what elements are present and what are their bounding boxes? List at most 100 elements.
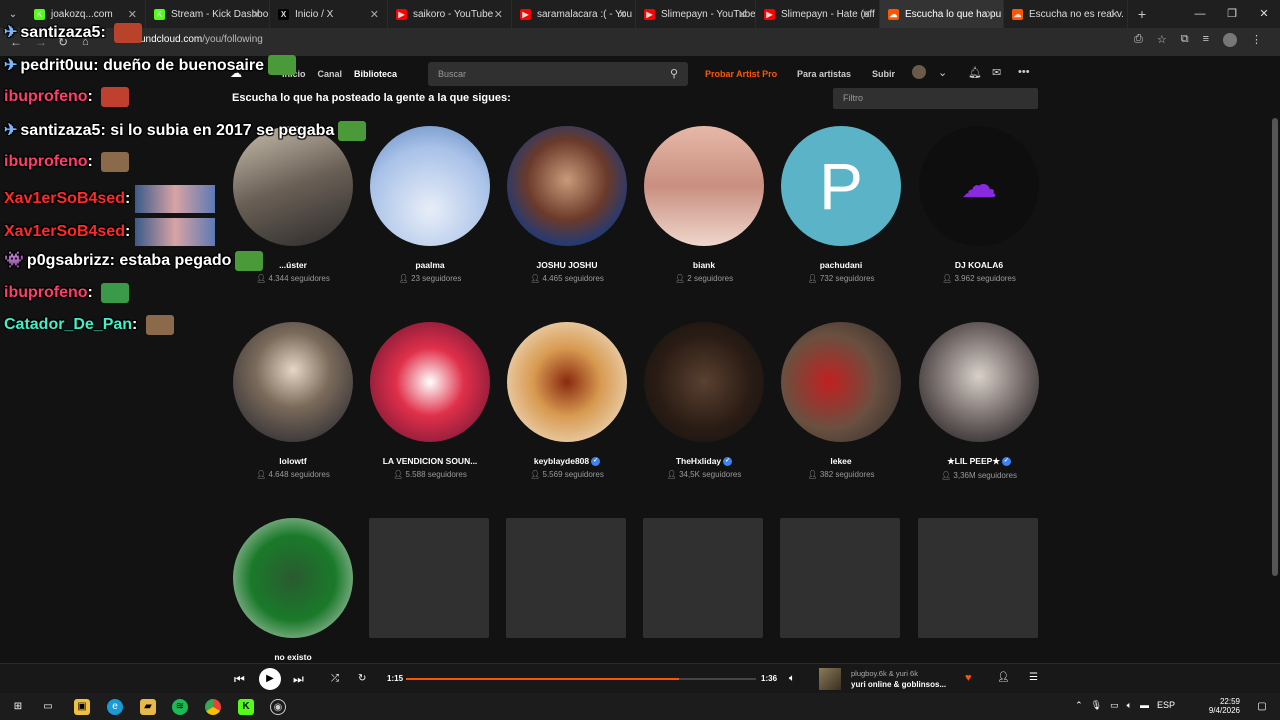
browser-tab[interactable]: Kjoakozq...com ✕ (26, 0, 146, 28)
user-name[interactable]: ...úster (232, 260, 354, 270)
user-avatar-image[interactable] (233, 518, 353, 638)
close-tab-icon[interactable]: ✕ (738, 8, 747, 21)
url-field[interactable]: undcloud.com/you/following (140, 34, 263, 45)
profile-avatar[interactable] (1223, 33, 1237, 47)
task-view-icon[interactable]: ▭ (40, 699, 56, 715)
following-card[interactable]: no existo (232, 518, 354, 662)
repeat-icon[interactable]: ↻ (358, 673, 366, 684)
track-title[interactable]: yuri online & goblinsos... (851, 680, 946, 689)
search-input[interactable]: Buscar ⚲ (428, 62, 688, 86)
more-options-icon[interactable]: ••• (1018, 66, 1030, 78)
tray-chevron-icon[interactable]: ⌃ (1075, 700, 1083, 711)
user-name[interactable]: ★LIL PEEP★ ✓ (918, 456, 1040, 467)
kick-icon[interactable]: K (238, 699, 254, 715)
browser-tab[interactable]: ☁ Escucha lo que ha pu ✕ (880, 0, 1004, 28)
following-card[interactable]: paalma 👤︎ 23 seguidores (369, 126, 491, 283)
user-avatar-image[interactable] (233, 126, 353, 246)
new-tab-button[interactable]: + (1128, 6, 1156, 22)
chevron-down-icon[interactable]: ⌄ (938, 66, 947, 79)
user-avatar-image[interactable] (507, 322, 627, 442)
maximize-button[interactable]: ❐ (1216, 0, 1248, 28)
back-icon[interactable]: ← (10, 35, 22, 49)
user-avatar-image[interactable]: ☁ (919, 126, 1039, 246)
browser-menu-icon[interactable]: ⋮ (1251, 33, 1262, 47)
speaker-icon[interactable]: 🔈︎ (1127, 700, 1132, 711)
user-avatar-image[interactable] (233, 322, 353, 442)
try-artist-pro-link[interactable]: Probar Artist Pro (705, 69, 777, 79)
reload-icon[interactable]: ↻ (58, 35, 68, 49)
page-scrollbar[interactable] (1272, 118, 1278, 576)
bookmark-star-icon[interactable]: ☆ (1157, 33, 1167, 47)
close-tab-icon[interactable]: ✕ (494, 8, 503, 21)
chrome-icon[interactable] (205, 699, 221, 715)
notifications-bell-icon[interactable]: 🔔︎ (968, 66, 982, 79)
store-icon[interactable]: ▣ (74, 699, 90, 715)
following-card[interactable]: ...úster 👤︎ 4.344 seguidores (232, 126, 354, 283)
following-card[interactable]: keyblayde808 ✓ 👤︎ 5.569 seguidores (506, 322, 628, 479)
search-icon[interactable]: ⚲ (670, 67, 678, 80)
clock[interactable]: 22:59 9/4/2026 (1209, 697, 1240, 715)
following-card[interactable]: ☁ DJ KOALA6 👤︎ 3.962 seguidores (918, 126, 1040, 283)
browser-tab[interactable]: ▶ saramalacara :( - You ✕ (512, 0, 636, 28)
user-name[interactable]: no existo (232, 652, 354, 662)
user-avatar-image[interactable] (370, 126, 490, 246)
browser-tab[interactable]: ▶ Slimepayn - YouTube ✕ (636, 0, 756, 28)
progress-bar[interactable] (406, 678, 756, 680)
user-name[interactable]: TheHxliday ✓ (643, 456, 765, 467)
minimize-button[interactable]: — (1184, 0, 1216, 28)
notifications-icon[interactable]: ▢ (1254, 699, 1270, 715)
close-window-button[interactable]: ✕ (1248, 0, 1280, 28)
user-avatar[interactable] (912, 65, 926, 79)
close-tab-icon[interactable]: ✕ (252, 8, 261, 21)
close-tab-icon[interactable]: ✕ (1110, 8, 1119, 21)
user-name[interactable]: keyblayde808 ✓ (506, 456, 628, 467)
close-tab-icon[interactable]: ✕ (986, 8, 995, 21)
track-artwork[interactable] (819, 668, 841, 690)
tab-list-menu[interactable]: ⌄ (0, 9, 26, 20)
user-avatar-image[interactable] (644, 322, 764, 442)
user-name[interactable]: biank (643, 260, 765, 270)
for-artists-link[interactable]: Para artistas (797, 69, 851, 79)
user-name[interactable]: lolowtf (232, 456, 354, 466)
user-avatar-image[interactable] (644, 126, 764, 246)
queue-icon[interactable]: ☰ (1029, 672, 1038, 683)
upload-link[interactable]: Subir (872, 69, 895, 79)
browser-tab[interactable]: ☁ Escucha no es real v. ✕ (1004, 0, 1128, 28)
volume-icon[interactable]: 🔈︎ (789, 673, 795, 684)
close-tab-icon[interactable]: ✕ (618, 8, 627, 21)
nav-library[interactable]: Biblioteca (354, 69, 397, 79)
following-card[interactable]: ★LIL PEEP★ ✓ 👤︎ 3,36M seguidores (918, 322, 1040, 480)
extensions-icon[interactable]: ⧉ (1181, 33, 1189, 47)
following-card[interactable]: lolowtf 👤︎ 4.648 seguidores (232, 322, 354, 479)
close-tab-icon[interactable]: ✕ (128, 8, 137, 21)
soundcloud-logo-icon[interactable]: ☁ (230, 66, 264, 82)
messages-mail-icon[interactable]: ✉ (992, 66, 1001, 79)
user-name[interactable]: DJ KOALA6 (918, 260, 1040, 270)
user-avatar-image[interactable] (370, 322, 490, 442)
user-name[interactable]: JOSHU JOSHU (506, 260, 628, 270)
user-name[interactable]: pachudani (780, 260, 902, 270)
user-avatar-image[interactable]: P (781, 126, 901, 246)
follow-user-icon[interactable]: 👤︎ (997, 672, 1010, 683)
track-artist[interactable]: plugboy.6k & yuri 6k (851, 669, 918, 678)
following-card[interactable]: lekee 👤︎ 382 seguidores (780, 322, 902, 479)
obs-icon[interactable]: ◉ (270, 699, 286, 715)
shuffle-icon[interactable]: ⤮ (331, 673, 339, 684)
following-card[interactable]: TheHxliday ✓ 👤︎ 34,5K seguidores (643, 322, 765, 479)
filter-input[interactable]: Filtro (833, 88, 1038, 109)
browser-tab[interactable]: ▶ saikoro - YouTube ✕ (388, 0, 512, 28)
user-name[interactable]: paalma (369, 260, 491, 270)
media-icon[interactable]: ≡ (1203, 33, 1209, 47)
following-card[interactable]: biank 👤︎ 2 seguidores (643, 126, 765, 283)
battery-icon[interactable]: ▬ (1140, 700, 1149, 711)
following-card[interactable]: JOSHU JOSHU 👤︎ 4.465 seguidores (506, 126, 628, 283)
start-windows-icon[interactable]: ⊞ (10, 699, 26, 715)
close-tab-icon[interactable]: ✕ (370, 8, 379, 21)
microphone-icon[interactable]: 🎙︎ (1091, 700, 1102, 711)
previous-icon[interactable]: ⏮ (234, 672, 245, 687)
forward-icon[interactable]: → (35, 35, 47, 49)
user-avatar-image[interactable] (919, 322, 1039, 442)
file-explorer-icon[interactable]: ▰ (140, 699, 156, 715)
like-heart-icon[interactable]: ♥ (965, 672, 972, 684)
language-indicator[interactable]: ESP (1157, 700, 1175, 711)
